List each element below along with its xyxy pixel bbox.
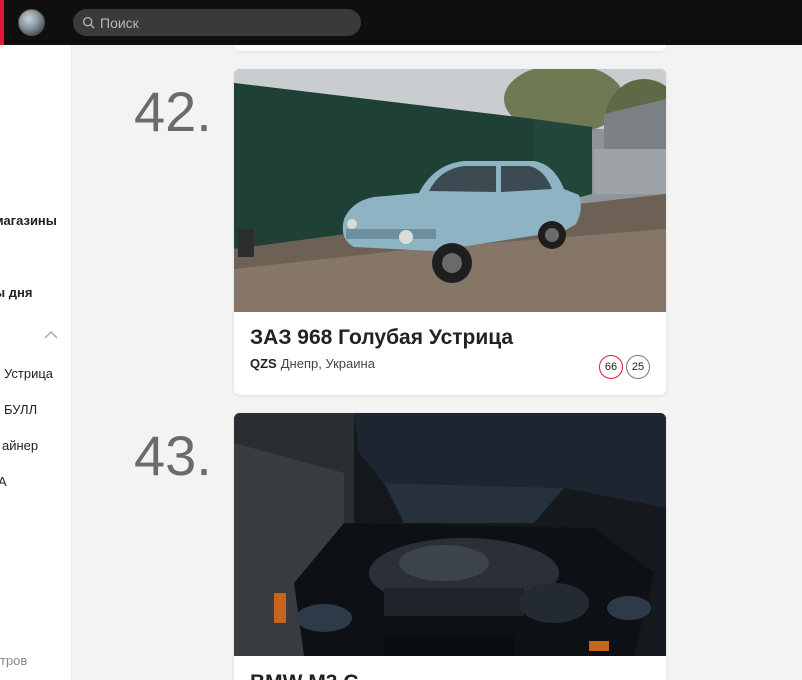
location-text: Днепр, Украина	[280, 356, 375, 371]
top-bar	[0, 0, 802, 45]
car-title[interactable]: BMW M3 С	[250, 671, 359, 680]
card-body: ЗАЗ 968 Голубая Устрица QZS Днепр, Украин…	[234, 312, 666, 379]
sidebar-item-shops[interactable]: магазины	[0, 213, 57, 228]
rank-number: 42.	[134, 80, 212, 143]
chevron-up-icon[interactable]	[44, 330, 58, 340]
blue-zaz-968-car-photo[interactable]	[234, 69, 666, 312]
sidebar-item-bull[interactable]: БУЛЛ	[4, 402, 37, 417]
likes-count-badge[interactable]: 66	[599, 355, 623, 379]
sidebar: магазины ы дня Устрица БУЛЛ айнер А тров	[0, 45, 72, 680]
feed: 42. ЗАЗ 968 Голубая Устрица QZS Днепр, У…	[72, 45, 802, 680]
sidebar-item-liner[interactable]: айнер	[2, 438, 38, 453]
sidebar-item-ustritsa[interactable]: Устрица	[4, 366, 53, 381]
search-icon	[82, 16, 95, 29]
search-box[interactable]	[73, 9, 361, 36]
sidebar-item-filters[interactable]: тров	[0, 653, 27, 668]
comments-count-badge[interactable]: 25	[626, 355, 650, 379]
search-input[interactable]	[100, 14, 340, 31]
brand-accent-strip	[0, 0, 4, 45]
author-name[interactable]: QZS	[250, 356, 277, 371]
previous-card-bottom	[234, 45, 666, 51]
sidebar-item-cars-of-day[interactable]: ы дня	[0, 285, 32, 300]
user-avatar[interactable]	[18, 9, 45, 36]
bmw-engine-bay-photo[interactable]	[234, 413, 666, 656]
car-title[interactable]: ЗАЗ 968 Голубая Устрица	[250, 326, 650, 350]
rank-number: 43.	[134, 424, 212, 487]
car-card[interactable]: BMW M3 С	[234, 413, 666, 680]
car-meta: QZS Днепр, Украина	[250, 356, 650, 371]
counters: 66 25	[599, 355, 650, 379]
car-card[interactable]: ЗАЗ 968 Голубая Устрица QZS Днепр, Украин…	[234, 69, 666, 395]
sidebar-item-a[interactable]: А	[0, 474, 7, 489]
